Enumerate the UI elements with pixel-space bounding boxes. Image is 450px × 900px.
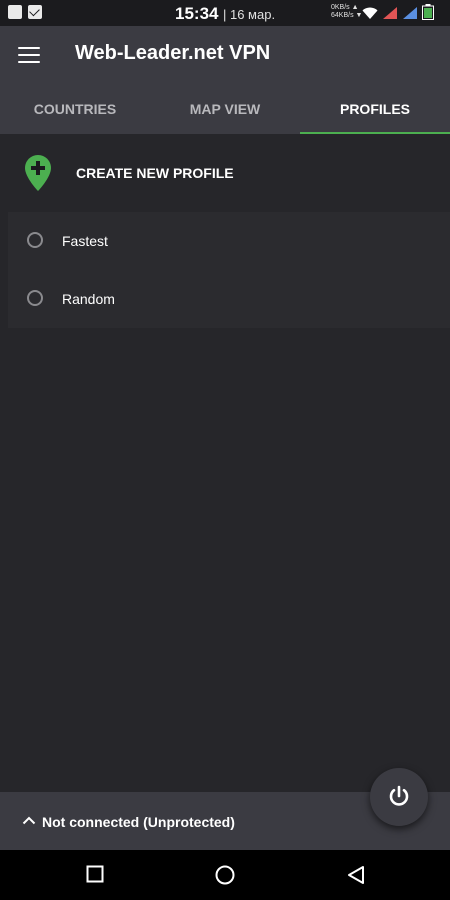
add-location-pin-icon — [25, 155, 51, 191]
tab-bar: COUNTRIES MAP VIEW PROFILES — [0, 84, 450, 134]
profile-label: Fastest — [62, 233, 108, 249]
notification-icons — [8, 5, 42, 19]
circle-home-icon[interactable] — [215, 865, 235, 885]
profile-item-fastest[interactable]: Fastest — [8, 212, 450, 270]
app-bar: Web-Leader.net VPN — [0, 26, 450, 84]
wifi-icon — [362, 7, 378, 19]
connection-status: Not connected (Unprotected) — [42, 814, 235, 830]
status-time: 15:34 — [175, 4, 219, 23]
square-recents-icon[interactable] — [86, 865, 104, 883]
signal-sim2-icon — [403, 7, 417, 19]
profile-item-random[interactable]: Random — [8, 270, 450, 328]
tab-countries[interactable]: COUNTRIES — [0, 84, 150, 134]
create-profile-label: CREATE NEW PROFILE — [76, 165, 234, 181]
system-icons — [362, 4, 434, 20]
speed-down: 64KB/s ▼ — [331, 12, 363, 19]
chevron-up-icon — [22, 816, 36, 825]
network-speed: 0KB/s ▲ 64KB/s ▼ — [331, 4, 362, 20]
radio-button[interactable] — [27, 290, 43, 306]
speed-up: 0KB/s ▲ — [331, 4, 359, 11]
system-nav-bar — [0, 850, 450, 900]
app-title: Web-Leader.net VPN — [75, 42, 271, 64]
profile-list: Fastest Random — [8, 212, 450, 328]
status-date: | 16 мар. — [223, 7, 276, 22]
radio-button[interactable] — [27, 232, 43, 248]
tab-map-view[interactable]: MAP VIEW — [150, 84, 300, 134]
power-icon — [389, 785, 409, 806]
signal-sim1-icon — [383, 7, 397, 19]
hamburger-menu-icon[interactable] — [18, 47, 40, 63]
image-notification-icon — [8, 5, 22, 19]
triangle-back-icon[interactable] — [347, 865, 365, 885]
mail-notification-icon — [28, 5, 42, 19]
profile-label: Random — [62, 291, 115, 307]
tab-profiles[interactable]: PROFILES — [300, 84, 450, 134]
create-profile-button[interactable]: CREATE NEW PROFILE — [0, 134, 450, 212]
power-button[interactable] — [370, 768, 428, 826]
battery-icon — [422, 4, 434, 20]
status-bar: 15:34 | 16 мар. 0KB/s ▲ 64KB/s ▼ — [0, 0, 450, 26]
